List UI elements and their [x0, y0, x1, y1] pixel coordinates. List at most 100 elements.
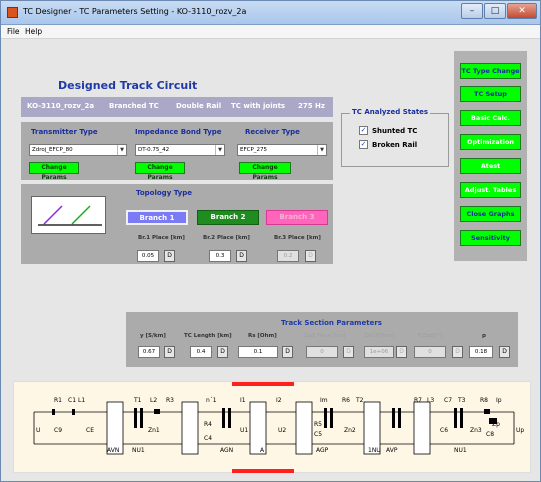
- label-u: U: [36, 427, 40, 434]
- zod-place-input[interactable]: 0: [306, 346, 338, 358]
- tc-length-label: TC Length [km]: [184, 333, 232, 339]
- y-param-label: y [S/km]: [140, 333, 166, 339]
- adjust-tables-button[interactable]: Adjust. Tables: [460, 182, 521, 198]
- tc-length-default-button[interactable]: D: [217, 346, 228, 358]
- receiver-change-params-button[interactable]: Change Params: [239, 162, 291, 181]
- label-ce: CE: [86, 427, 94, 434]
- label-r8: R8: [480, 397, 488, 404]
- window-title: TC Designer - TC Parameters Setting - KO…: [23, 7, 247, 16]
- label-up: Up: [516, 427, 524, 434]
- zod-place-default-button[interactable]: D: [343, 346, 354, 358]
- chevron-down-icon: ▼: [317, 145, 326, 155]
- broken-rail-label: Broken Rail: [372, 141, 418, 149]
- label-zn2: Zn2: [344, 427, 356, 434]
- label-agp: AGP: [316, 447, 329, 454]
- label-l3: L3: [427, 397, 434, 404]
- impedance-bond-label: Impedance Bond Type: [135, 128, 222, 136]
- label-1nu: 1NU: [368, 447, 381, 454]
- atest-button[interactable]: Atest: [460, 158, 521, 174]
- tc-type-change-button[interactable]: TC Type Change: [460, 63, 521, 79]
- branch-2-button[interactable]: Branch 2: [197, 210, 259, 225]
- topology-icon: [38, 205, 102, 226]
- f-zod-input[interactable]: 0: [414, 346, 446, 358]
- p-input[interactable]: 0.18: [469, 346, 493, 358]
- p-default-button[interactable]: D: [499, 346, 510, 358]
- transmitter-change-params-button[interactable]: Change Params: [29, 162, 79, 181]
- close-graphs-button[interactable]: Close Graphs: [460, 206, 521, 222]
- branch-1-button[interactable]: Branch 1: [126, 210, 188, 225]
- page-title: Designed Track Circuit: [58, 79, 198, 92]
- sensitivity-button[interactable]: Sensitivity: [460, 230, 521, 246]
- tc-frequency: 275 Hz: [298, 102, 325, 110]
- y-param-default-button[interactable]: D: [164, 346, 175, 358]
- broken-rail-checkbox[interactable]: ✓: [359, 140, 368, 149]
- topology-diagram: [31, 196, 106, 234]
- impedance-bond-change-params-button[interactable]: Change Params: [135, 162, 185, 181]
- tc-name: KO-3110_rozv_2a: [27, 102, 95, 110]
- chevron-down-icon: ▼: [117, 145, 126, 155]
- receiver-label: Receiver Type: [245, 128, 300, 136]
- receiver-value: EFCP_275: [240, 147, 268, 153]
- label-r3: R3: [166, 397, 174, 404]
- impedance-bond-value: DT-0.75_42: [138, 147, 170, 153]
- topology-panel: Topology Type Branch 1 Branch 2 Branch 3…: [21, 184, 333, 264]
- tc-length-input[interactable]: 0.4: [190, 346, 212, 358]
- tc-setup-button[interactable]: TC Setup: [460, 86, 521, 102]
- tc-info-bar: KO-3110_rozv_2a Branched TC Double Rail …: [21, 97, 333, 117]
- label-zn3: Zn3: [470, 427, 482, 434]
- label-nu1-left: NU1: [132, 447, 145, 454]
- circuit-diagram: R1 C1 L1 T1 L2 R3 n´1 I1 I2 Im R6 T2 R7 …: [13, 381, 531, 473]
- label-nu1-right: NU1: [454, 447, 467, 454]
- branch-2-place-input[interactable]: 0.3: [209, 250, 231, 262]
- label-c6: C6: [440, 427, 448, 434]
- zod-place-label: Zod Place [km]: [304, 333, 346, 339]
- application-window: TC Designer - TC Parameters Setting - KO…: [0, 0, 541, 482]
- label-t2: T2: [355, 397, 364, 404]
- label-i2: I2: [276, 397, 282, 404]
- rs-input[interactable]: 0.1: [238, 346, 278, 358]
- equipment-panel: Transmitter Type Zdroj_EFCP_80 ▼ Change …: [21, 122, 333, 181]
- actions-panel: TC Type Change TC Setup Basic Calc. Opti…: [454, 51, 527, 261]
- branch-3-place-default-button[interactable]: D: [305, 250, 316, 262]
- impedance-bond-select[interactable]: DT-0.75_42 ▼: [135, 144, 225, 156]
- branch-1-place-input[interactable]: 0.05: [137, 250, 159, 262]
- track-section-panel: Track Section Parameters y [S/km] 0.67 D…: [126, 312, 518, 367]
- label-r5: R5: [314, 421, 322, 428]
- rs-label: Rs [Ohm]: [248, 333, 277, 339]
- shunted-tc-checkbox[interactable]: ✓: [359, 126, 368, 135]
- branch-1-place-label: Br.1 Place [km]: [138, 235, 185, 241]
- menu-bar: File Help: [1, 25, 540, 39]
- optimization-button[interactable]: Optimization: [460, 134, 521, 150]
- rs-default-button[interactable]: D: [282, 346, 293, 358]
- branch-3-place-input[interactable]: 0.2: [277, 250, 299, 262]
- maximize-button[interactable]: □: [484, 3, 506, 19]
- menu-file[interactable]: File: [7, 27, 20, 36]
- branch-3-button[interactable]: Branch 3: [266, 210, 328, 225]
- close-button[interactable]: ✕: [507, 3, 537, 19]
- branch-2-place-default-button[interactable]: D: [236, 250, 247, 262]
- label-zn1: Zn1: [148, 427, 160, 434]
- topology-type-label: Topology Type: [136, 189, 192, 197]
- label-ip: Ip: [496, 397, 502, 404]
- circuit-schematic: R1 C1 L1 T1 L2 R3 n´1 I1 I2 Im R6 T2 R7 …: [33, 382, 524, 473]
- zod-input[interactable]: 1e+06: [364, 346, 394, 358]
- tc-rail: Double Rail: [176, 102, 222, 110]
- label-u1: U1: [240, 427, 248, 434]
- label-r4: R4: [204, 421, 212, 428]
- branch-3-place-label: Br.3 Place [km]: [274, 235, 321, 241]
- zod-default-button[interactable]: D: [396, 346, 407, 358]
- f-zod-default-button[interactable]: D: [452, 346, 463, 358]
- zod-label: Zod [Ohm]: [364, 333, 394, 339]
- menu-help[interactable]: Help: [25, 27, 42, 36]
- receiver-select[interactable]: EFCP_275 ▼: [237, 144, 327, 156]
- y-param-input[interactable]: 0.67: [138, 346, 160, 358]
- label-zp: Zp: [492, 421, 500, 428]
- branch-1-place-default-button[interactable]: D: [164, 250, 175, 262]
- transmitter-select[interactable]: Zdroj_EFCP_80 ▼: [29, 144, 127, 156]
- basic-calc-button[interactable]: Basic Calc.: [460, 110, 521, 126]
- f-zod-label: f(Zod)[°]: [418, 333, 442, 339]
- minimize-button[interactable]: –: [461, 3, 483, 19]
- label-c8: C8: [486, 431, 494, 438]
- label-l1: L1: [78, 397, 85, 404]
- branch-2-place-label: Br.2 Place [km]: [203, 235, 250, 241]
